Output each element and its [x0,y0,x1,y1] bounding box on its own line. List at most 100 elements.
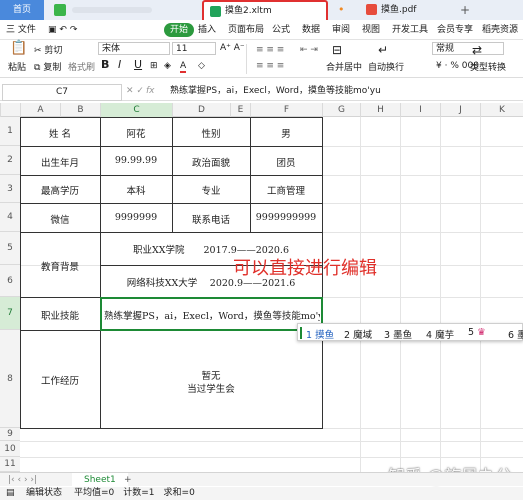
row-header-10[interactable]: 10 [0,441,20,457]
formula-input[interactable]: 熟练掌握PS，ai，Execl，Word，摸鱼等技能mo'yu [170,85,381,97]
column-header-b[interactable]: B [60,103,100,117]
menu-insert[interactable]: 插入 [198,20,216,40]
align-top-icons[interactable]: ≡ ≡ ≡ [256,44,284,56]
cell-name-label[interactable]: 姓 名 [20,126,100,140]
ime-candidate-3[interactable]: 3 墨鱼 [384,327,412,341]
cell-wechat-label[interactable]: 微信 [20,212,100,226]
paste-icon[interactable]: 📋 [10,41,27,55]
cell-gender-label[interactable]: 性别 [172,126,250,140]
row-header-4[interactable]: 4 [0,203,20,232]
fill-color-icon[interactable]: ◈ [164,60,171,72]
menu-data[interactable]: 数据 [302,20,320,40]
cell-wechat-value[interactable]: 9999999 [100,212,172,223]
cell-gender-value[interactable]: 男 [250,126,322,140]
font-grow-icons[interactable]: A⁺ A⁻ [220,42,245,54]
undo-icon[interactable]: ↶ [59,25,67,35]
cell-education-value[interactable]: 本科 [100,183,172,197]
copy-button[interactable]: ⧉ 复制 [34,62,61,74]
cell-birth-value[interactable]: 99.99.99 [100,155,172,166]
column-header-c[interactable]: C [100,103,172,117]
menu-start[interactable]: 开始 [164,23,195,37]
ime-candidate-2[interactable]: 2 魔域 [344,327,372,341]
redo-icon[interactable]: ↷ [70,25,78,35]
cut-button[interactable]: ✂ 剪切 [34,45,62,57]
menu-review[interactable]: 审阅 [332,20,350,40]
menu-dev-tools[interactable]: 开发工具 [392,20,428,40]
paste-button[interactable]: 粘贴 [8,62,26,74]
tab-home[interactable]: 首页 [0,0,44,20]
cell-edu-bg-label[interactable]: 教育背景 [20,259,100,273]
number-format-select[interactable]: 常规 [432,42,504,55]
cell-name-value[interactable]: 阿花 [100,126,172,140]
ime-candidate-1[interactable]: 1 摸鱼 [306,327,334,341]
cell-birth-label[interactable]: 出生年月 [20,155,100,169]
menu-view[interactable]: 视图 [362,20,380,40]
cell-skills-label[interactable]: 职业技能 [20,308,100,322]
row-header-6[interactable]: 6 [0,265,20,297]
cell-skills-value[interactable]: 熟练掌握PS，ai，Execl，Word，摸鱼等技能mo'yu [104,308,320,322]
cell-education-label[interactable]: 最高学历 [20,183,100,197]
format-painter-button[interactable]: 格式刷 [68,62,95,74]
row-header-8[interactable]: 8 [0,330,20,428]
name-box[interactable]: C7 [2,84,122,101]
ime-candidate-5[interactable]: 5 ♛ [468,327,486,338]
italic-button[interactable]: I [118,59,121,71]
menu-file[interactable]: 三 文件 [6,20,36,40]
column-header-j[interactable]: J [440,103,480,117]
border-icon[interactable]: ⊞ [150,60,158,72]
bold-button[interactable]: B [101,59,109,71]
cell-phone-value[interactable]: 9999999999 [250,212,322,223]
cell-work-line2[interactable]: 当过学生会 [100,381,322,395]
font-size-select[interactable]: 11 [172,42,216,55]
cell-major-value[interactable]: 工商管理 [250,183,322,197]
menu-member[interactable]: 会员专享 [437,20,473,40]
menu-formula[interactable]: 公式 [272,20,290,40]
type-convert-icon[interactable]: ⇄ [472,44,482,56]
row-header-1[interactable]: 1 [0,117,20,146]
merge-center-button[interactable]: 合并居中 [326,62,362,74]
indent-icons[interactable]: ⇤ ⇥ [300,44,318,56]
ime-candidate-4[interactable]: 4 魔芋 [426,327,454,341]
tab-pdf[interactable]: 摸鱼.pdf [362,0,452,20]
row-header-5[interactable]: 5 [0,232,20,265]
cell-work-label[interactable]: 工作经历 [20,373,100,387]
column-header-d[interactable]: D [172,103,230,117]
column-header-k[interactable]: K [480,103,523,117]
sheet-nav-arrows[interactable]: |‹ ‹ › ›| [8,474,37,486]
underline-button[interactable]: U [134,59,142,71]
save-icon[interactable]: ▣ [48,25,57,35]
type-convert-button[interactable]: 类型转换 [470,62,506,74]
merge-icon[interactable]: ⊟ [332,44,342,56]
new-tab-button[interactable]: + [460,0,474,20]
font-name-select[interactable]: 宋体 [98,42,170,55]
column-header-e[interactable]: E [230,103,250,117]
column-header-f[interactable]: F [250,103,322,117]
column-header-h[interactable]: H [360,103,400,117]
add-sheet-icon[interactable]: + [124,474,132,486]
font-color-icon[interactable]: A [180,60,187,73]
cell-work-line1[interactable]: 暂无 [100,368,322,382]
wrap-icon[interactable]: ↵ [378,44,388,56]
cancel-confirm-icons[interactable]: ✕ ✓ [126,85,144,97]
menu-page-layout[interactable]: 页面布局 [228,20,264,40]
select-all-corner[interactable] [0,103,20,117]
row-header-3[interactable]: 3 [0,175,20,203]
column-header-g[interactable]: G [322,103,360,117]
align-horizontal-icons[interactable]: ≡ ≡ ≡ [256,60,284,72]
cell-major-label[interactable]: 专业 [172,183,250,197]
cell-political-value[interactable]: 团员 [250,155,322,169]
cell-political-label[interactable]: 政治面貌 [172,155,250,169]
column-header-a[interactable]: A [20,103,60,117]
cell-phone-label[interactable]: 联系电话 [172,212,250,226]
wrap-text-button[interactable]: 自动换行 [368,62,404,74]
menu-docer[interactable]: 稻壳资源 [482,20,518,40]
clear-format-icon[interactable]: ◇ [198,60,205,72]
row-header-7[interactable]: 7 [0,297,20,330]
row-header-2[interactable]: 2 [0,146,20,175]
column-header-i[interactable]: I [400,103,440,117]
tab-blurred-document[interactable] [48,0,198,20]
row-header-11[interactable]: 11 [0,457,20,472]
fx-icon[interactable]: fx [146,85,155,97]
row-header-9[interactable]: 9 [0,428,20,441]
ime-candidate-6[interactable]: 6 墨 [508,327,523,341]
